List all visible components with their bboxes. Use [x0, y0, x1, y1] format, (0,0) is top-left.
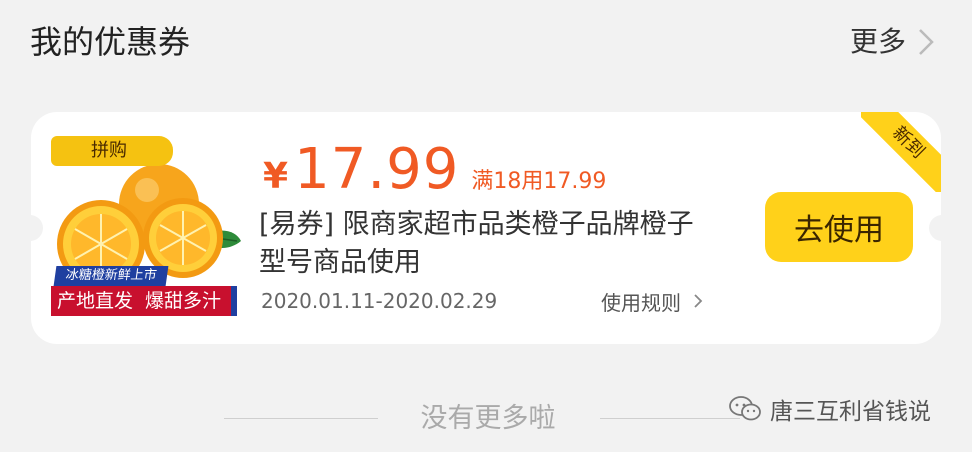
new-ribbon: 新到 — [861, 112, 941, 192]
product-image: 拼购 冰糖橙新鲜上市 产地直发 爆甜多汁 — [51, 136, 241, 324]
coupon-validity: 2020.01.11-2020.02.29 — [261, 289, 498, 313]
promo-top-text: 冰糖橙新鲜上市 — [53, 266, 169, 286]
promo-main: 产地直发 爆甜多汁 — [51, 286, 237, 316]
more-label: 更多 — [849, 25, 906, 58]
pingou-tag: 拼购 — [51, 136, 173, 166]
chevron-right-icon — [694, 294, 703, 308]
card-notch-right — [929, 215, 941, 241]
promo-banner: 冰糖橙新鲜上市 产地直发 爆甜多汁 — [51, 258, 237, 320]
wechat-icon — [729, 396, 761, 421]
page-title: 我的优惠券 — [30, 23, 191, 61]
coupon-price: ¥ 17.99 满18用17.99 — [263, 138, 606, 202]
usage-rules-label: 使用规则 — [601, 290, 681, 315]
use-coupon-button[interactable]: 去使用 — [765, 192, 913, 262]
currency-symbol: ¥ — [263, 156, 289, 197]
watermark: 唐三互利省钱说 — [728, 392, 931, 426]
coupon-condition: 满18用17.99 — [471, 169, 607, 194]
chevron-right-icon — [919, 29, 934, 55]
coupon-description: [易券] 限商家超市品类橙子品牌橙子型号商品使用 — [259, 209, 694, 278]
coupon-amount: 17.99 — [294, 137, 460, 202]
watermark-text: 唐三互利省钱说 — [770, 399, 931, 425]
promo-left-text: 产地直发 — [57, 290, 134, 312]
header: 我的优惠券 更多 — [0, 0, 972, 90]
divider-right — [600, 418, 740, 419]
new-ribbon-label: 新到 — [861, 112, 941, 192]
no-more-text: 没有更多啦 — [420, 403, 556, 434]
more-link[interactable]: 更多 — [850, 20, 936, 64]
card-notch-left — [31, 215, 43, 241]
usage-rules-link[interactable]: 使用规则 — [601, 286, 703, 316]
coupon-card[interactable]: 拼购 冰糖橙新鲜上市 产地直发 爆甜多汁 ¥ 17.99 满18用17.99 [易… — [31, 112, 941, 344]
divider-left — [224, 418, 378, 419]
promo-right-text: 爆甜多汁 — [145, 290, 222, 312]
